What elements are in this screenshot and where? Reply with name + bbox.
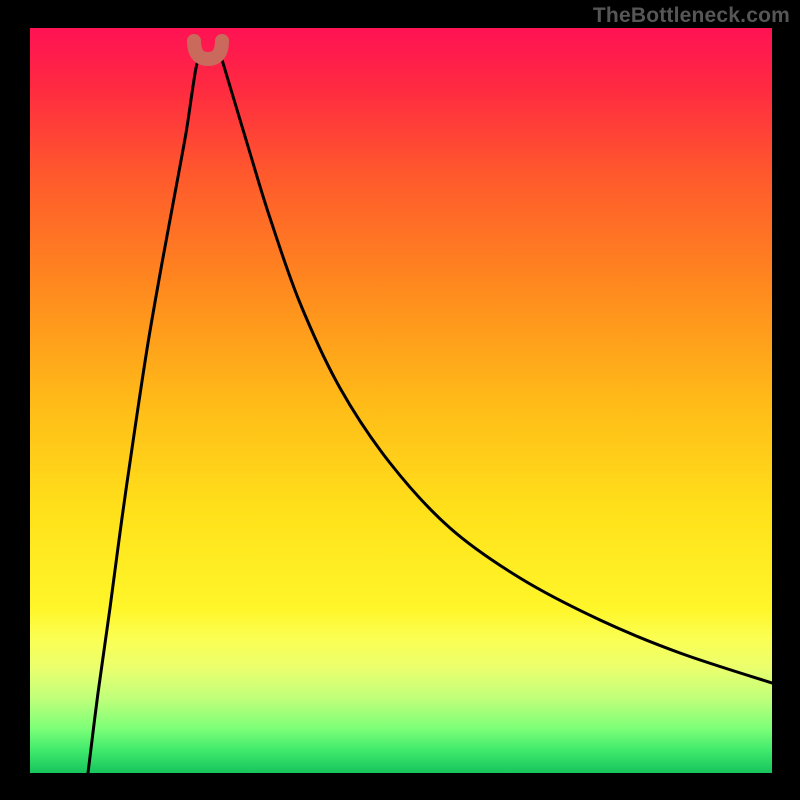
bottleneck-plot <box>30 28 772 773</box>
plot-svg <box>30 28 772 773</box>
chart-frame: TheBottleneck.com <box>0 0 800 800</box>
gradient-background <box>30 28 772 773</box>
watermark-text: TheBottleneck.com <box>593 4 790 28</box>
